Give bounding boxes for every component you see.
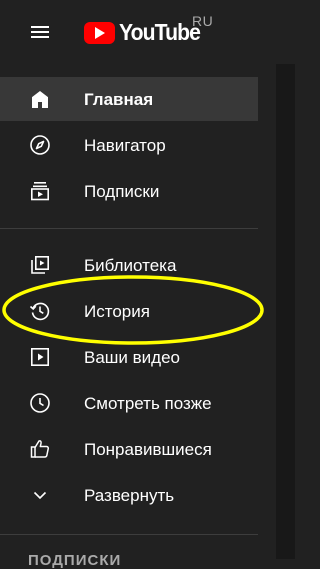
sidebar-item-explore[interactable]: Навигатор xyxy=(0,123,258,167)
subscriptions-icon xyxy=(28,179,52,203)
watch-later-icon xyxy=(28,391,52,415)
sidebar-divider xyxy=(0,534,258,535)
library-icon xyxy=(28,253,52,277)
top-bar: YouTube RU xyxy=(0,0,295,64)
youtube-play-icon xyxy=(84,22,115,44)
region-code: RU xyxy=(192,13,214,29)
chevron-down-icon xyxy=(28,483,52,507)
compass-icon xyxy=(28,133,52,157)
sidebar-scroll-track[interactable] xyxy=(276,64,295,559)
sidebar-item-label: Подписки xyxy=(84,182,160,201)
history-icon xyxy=(28,299,52,323)
sidebar-divider xyxy=(0,228,258,229)
hamburger-menu-icon[interactable] xyxy=(28,20,52,44)
sidebar-item-label: Библиотека xyxy=(84,256,177,275)
sidebar-item-show-more[interactable]: Развернуть xyxy=(0,473,258,517)
sidebar-item-label: Ваши видео xyxy=(84,348,181,367)
sidebar-item-liked[interactable]: Понравившиеся xyxy=(0,427,258,471)
section-title-subscriptions: ПОДПИСКИ xyxy=(28,552,122,569)
sidebar-item-label: Понравившиеся xyxy=(84,440,212,459)
youtube-logo[interactable]: YouTube RU xyxy=(84,13,234,46)
your-videos-icon xyxy=(28,345,52,369)
sidebar-item-label: История xyxy=(84,302,150,321)
home-icon xyxy=(28,87,52,111)
sidebar-item-history[interactable]: История xyxy=(0,289,258,333)
thumbs-up-icon xyxy=(28,437,52,461)
sidebar-item-subscriptions[interactable]: Подписки xyxy=(0,169,258,213)
logo-text: YouTube xyxy=(119,19,201,45)
sidebar-item-label: Главная xyxy=(84,90,154,109)
sidebar-item-label: Развернуть xyxy=(84,486,175,505)
sidebar-item-label: Навигатор xyxy=(84,136,166,155)
sidebar-item-label: Смотреть позже xyxy=(84,394,212,413)
sidebar-item-library[interactable]: Библиотека xyxy=(0,243,258,287)
sidebar-item-your-videos[interactable]: Ваши видео xyxy=(0,335,258,379)
sidebar-item-watch-later[interactable]: Смотреть позже xyxy=(0,381,258,425)
sidebar-item-home[interactable]: Главная xyxy=(0,77,258,121)
